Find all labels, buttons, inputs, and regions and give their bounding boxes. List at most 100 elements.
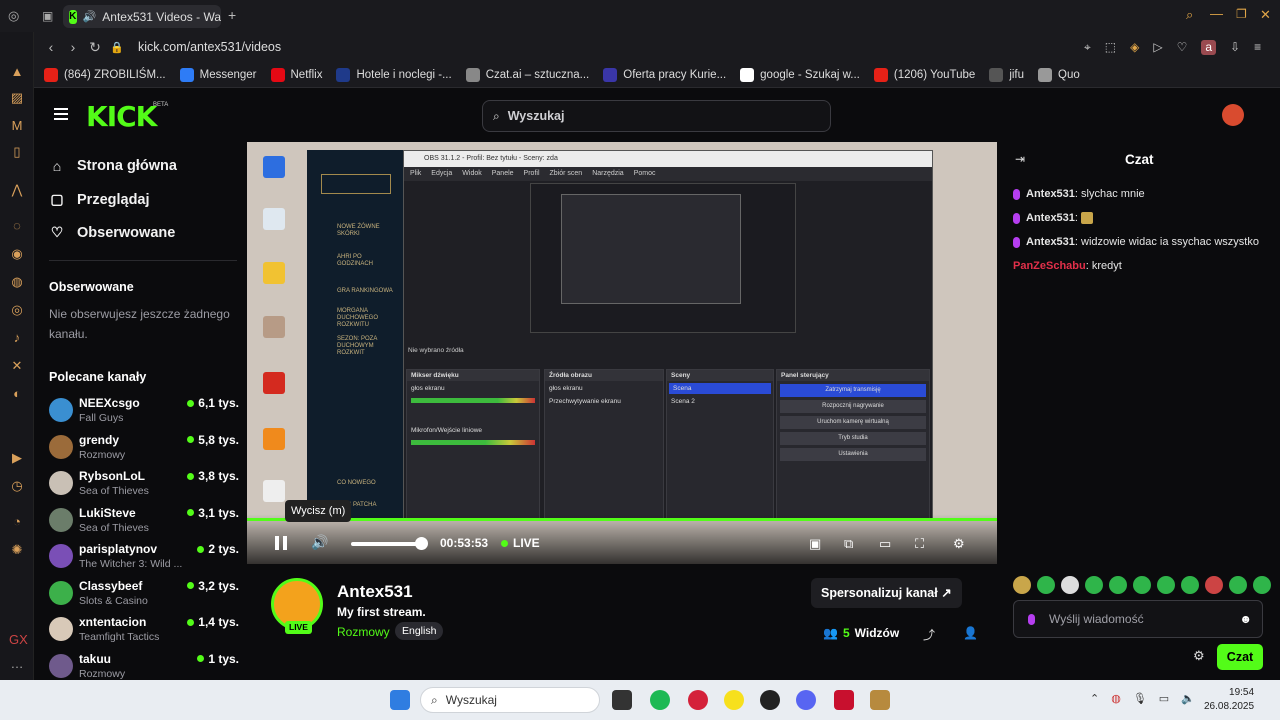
emote-icon[interactable]	[1205, 576, 1223, 594]
minimize-button[interactable]: —	[1210, 6, 1223, 21]
pause-button[interactable]	[275, 536, 287, 550]
tab-active[interactable]: K 🔊 Antex531 Videos - Wa	[63, 5, 221, 28]
twitter-icon[interactable]: ◌	[9, 218, 25, 234]
history-icon[interactable]: ◷	[9, 478, 25, 494]
bookmark-item[interactable]: jifu	[989, 67, 1024, 82]
channel-item[interactable]: parisplatynov The Witcher 3: Wild ... 2 ty…	[49, 540, 239, 574]
nav-home[interactable]: ⌂ Strona główna	[49, 158, 177, 174]
collapse-chat-icon[interactable]: ⇥	[1015, 152, 1025, 166]
channel-item[interactable]: LukiSteve Sea of Thieves 3,1 tys.	[49, 504, 239, 538]
display-icon[interactable]: ▭	[1159, 692, 1169, 705]
channel-item[interactable]: RybsonLoL Sea of Thieves 3,8 tys.	[49, 467, 239, 501]
channel-item[interactable]: NEEXcsgo Fall Guys 6,1 tys.	[49, 394, 239, 428]
task-view-icon[interactable]	[612, 690, 632, 710]
bookmark-item[interactable]: (864) ZROBILIŚM...	[44, 67, 166, 82]
wallet-icon[interactable]: ◈	[1130, 40, 1139, 55]
discord-icon[interactable]: ◐	[9, 386, 25, 402]
crypto-icon[interactable]: ▨	[9, 90, 25, 106]
apps-icon[interactable]: ⋀	[9, 182, 25, 198]
riot-icon[interactable]	[834, 690, 854, 710]
user-avatar[interactable]	[1222, 104, 1244, 126]
league-icon[interactable]	[870, 690, 890, 710]
live-indicator[interactable]: LIVE	[501, 536, 540, 550]
download-icon[interactable]: ⇩	[1230, 40, 1240, 55]
close-button[interactable]: ✕	[1260, 7, 1271, 23]
settings-icon[interactable]: ✺	[9, 542, 25, 558]
lock-icon[interactable]: 🔒	[106, 41, 128, 54]
chat-username[interactable]: Antex531	[1026, 188, 1075, 200]
spotify-icon[interactable]	[650, 690, 670, 710]
discord-taskbar-icon[interactable]	[796, 690, 816, 710]
pip-icon[interactable]: ⧉	[844, 536, 853, 552]
bookmark-item[interactable]: Oferta pracy Kurie...	[603, 67, 726, 82]
chat-send-button[interactable]: Czat	[1217, 644, 1263, 670]
tab-menu-icon[interactable]: ▣	[42, 9, 53, 23]
emote-icon[interactable]	[1181, 576, 1199, 594]
clock-icon[interactable]: ◔	[9, 514, 25, 530]
channel-item[interactable]: grendy Rozmowy 5,8 tys.	[49, 431, 239, 465]
emote-icon[interactable]	[1037, 576, 1055, 594]
language-tag[interactable]: English	[395, 622, 444, 640]
maximize-button[interactable]: ❐	[1236, 7, 1247, 21]
emote-icon[interactable]	[1157, 576, 1175, 594]
follow-user-icon[interactable]: 👤	[963, 626, 978, 640]
fullscreen-icon[interactable]: ⛶	[915, 536, 924, 552]
microphone-icon[interactable]: 🎙	[1133, 692, 1147, 705]
theater-mode-icon[interactable]: ▣	[809, 536, 821, 552]
bookmark-item[interactable]: Hotele i noclegi -...	[336, 67, 452, 82]
emote-icon[interactable]	[1109, 576, 1127, 594]
x-icon[interactable]: ✕	[9, 358, 25, 374]
messenger-icon[interactable]: ◉	[9, 246, 25, 262]
profile-icon[interactable]: a	[1201, 40, 1217, 55]
emote-icon[interactable]	[1061, 576, 1079, 594]
tiktok-icon[interactable]: ♪	[9, 330, 25, 346]
taskbar-search[interactable]: ⌕ Wyszukaj	[420, 687, 600, 713]
speaker-icon[interactable]: 🔈	[1181, 692, 1195, 705]
chat-username[interactable]: PanZeSchabu	[1013, 260, 1086, 272]
volume-icon[interactable]: 🔊	[311, 534, 328, 551]
taskbar-clock[interactable]: 19:54 26.08.2025	[1204, 686, 1254, 714]
gx-icon[interactable]: GX	[9, 632, 28, 648]
bookmark-icon[interactable]: ▯	[9, 144, 25, 160]
streamer-name[interactable]: Antex531	[337, 582, 413, 602]
new-tab-button[interactable]: +	[228, 7, 236, 23]
bookmark-item[interactable]: (1206) YouTube	[873, 67, 975, 82]
reload-button[interactable]: ↻	[84, 39, 106, 56]
stream-category[interactable]: Rozmowy	[337, 625, 390, 639]
customize-channel-button[interactable]: Spersonalizuj kanał ↗	[811, 578, 962, 608]
pin-icon[interactable]: ⌖	[1084, 40, 1091, 55]
audio-icon[interactable]: 🔊	[83, 10, 97, 23]
share-icon[interactable]: ⤴	[923, 626, 935, 643]
chat-input[interactable]: Wyślij wiadomość ☻	[1013, 600, 1263, 638]
settings-gear-icon[interactable]: ⚙	[953, 536, 965, 552]
bookmark-item[interactable]: Czat.ai – sztuczna...	[465, 67, 589, 82]
chat-username[interactable]: Antex531	[1026, 236, 1075, 248]
hamburger-menu-icon[interactable]	[54, 108, 68, 120]
heart-icon[interactable]: ♡	[1177, 40, 1188, 55]
m-icon[interactable]: M	[9, 118, 25, 134]
ai-icon[interactable]: ▲	[9, 64, 25, 80]
chat-username[interactable]: Antex531	[1026, 212, 1075, 224]
emote-icon[interactable]	[1253, 576, 1271, 594]
channel-item[interactable]: xntentacion Teamfight Tactics 1,4 tys.	[49, 613, 239, 647]
instagram-icon[interactable]: ◎	[9, 302, 25, 318]
more-icon[interactable]: …	[9, 656, 25, 672]
whatsapp-icon[interactable]: ◍	[9, 274, 25, 290]
video-player[interactable]: NOWE ŻÓWNE SKÓRKI AHRI PO GODZINACH GRA …	[247, 142, 997, 564]
clip-icon[interactable]: ▭	[879, 536, 891, 552]
progress-bar[interactable]	[247, 518, 997, 521]
emote-icon[interactable]	[1085, 576, 1103, 594]
opera-gx-icon[interactable]	[688, 690, 708, 710]
bookmark-item[interactable]: Netflix	[270, 67, 322, 82]
menu-icon[interactable]: ≡	[1254, 40, 1261, 55]
bookmark-item[interactable]: Quo	[1038, 67, 1080, 82]
kick-logo[interactable]: KICK	[86, 100, 157, 133]
windows-start-icon[interactable]	[390, 690, 410, 710]
channel-item[interactable]: takuu Rozmowy 1 tys.	[49, 650, 239, 684]
back-button[interactable]: ‹	[40, 39, 62, 55]
chat-settings-icon[interactable]: ⚙	[1193, 648, 1205, 664]
emoji-icon[interactable]: ☻	[1239, 612, 1252, 626]
player-icon[interactable]: ▶	[9, 450, 25, 466]
roblox-taskbar-icon[interactable]	[760, 690, 780, 710]
forward-button[interactable]: ›	[62, 39, 84, 55]
